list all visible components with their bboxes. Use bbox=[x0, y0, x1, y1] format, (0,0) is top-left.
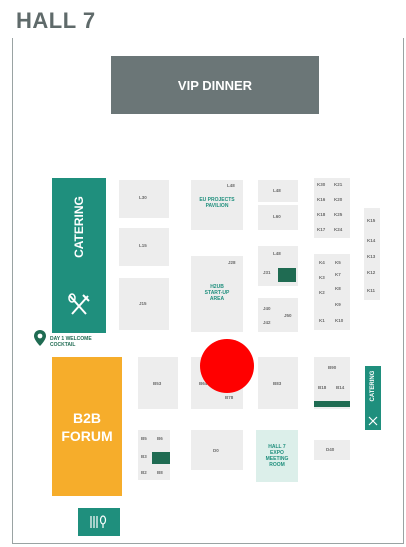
booth-label: D0 bbox=[213, 448, 219, 453]
b2b-forum-area[interactable]: B2B FORUM bbox=[52, 357, 122, 496]
catering-right-area[interactable]: CATERING bbox=[365, 366, 381, 430]
booth-b-small-grid[interactable]: B5 B6 B3 B2 B8 bbox=[138, 430, 170, 480]
booth-label: B90 bbox=[328, 365, 337, 370]
h2ub-label: H2UB START-UP AREA bbox=[191, 284, 243, 302]
sponsor-booth[interactable] bbox=[314, 401, 350, 407]
booth-label: K10 bbox=[335, 318, 344, 323]
booth-label: L48 bbox=[273, 251, 281, 256]
booth-label: K30 bbox=[317, 182, 326, 187]
sponsor-booth[interactable] bbox=[278, 268, 296, 282]
expo-meeting-room[interactable]: HALL 7 EXPO MEETING ROOM bbox=[256, 430, 298, 482]
booth-label: J50 bbox=[284, 313, 292, 318]
booth-label: B5 bbox=[141, 436, 147, 441]
cutlery-icon bbox=[68, 293, 90, 315]
booth-label: L48 bbox=[227, 183, 235, 188]
vip-dinner-label: VIP DINNER bbox=[177, 77, 253, 93]
booth-label: D40 bbox=[326, 447, 335, 452]
booth-label: L30 bbox=[139, 195, 147, 200]
booth-label: K24 bbox=[334, 227, 343, 232]
catering-right-label: CATERING bbox=[370, 370, 376, 402]
booth-l60[interactable]: L60 bbox=[258, 205, 298, 230]
booth-label: K13 bbox=[367, 254, 376, 259]
booth-k-top-grid[interactable]: K30 K21 K16 K20 K18 K25 K17 K24 bbox=[314, 178, 350, 238]
eu-projects-pavilion[interactable]: L48 EU PROJECTS PAVILION bbox=[191, 180, 243, 230]
booth-d40[interactable]: D40 bbox=[314, 440, 350, 460]
booth-label: J40 bbox=[263, 306, 271, 311]
welcome-cocktail-label: DAY 1 WELCOME COCKTAIL bbox=[50, 336, 92, 348]
booth-j28-group[interactable]: J31 L48 bbox=[258, 246, 298, 286]
booth-label: K18 bbox=[317, 212, 326, 217]
vip-dinner-area[interactable]: VIP DINNER bbox=[111, 56, 319, 114]
catering-left-label: CATERING bbox=[72, 196, 86, 258]
hall-title: HALL 7 bbox=[16, 8, 96, 33]
cutlery-icon bbox=[90, 515, 107, 528]
booth-label: B6 bbox=[157, 436, 163, 441]
booth-l15[interactable]: L15 bbox=[119, 228, 169, 266]
expo-line4: ROOM bbox=[269, 462, 285, 468]
booth-label: K20 bbox=[334, 197, 343, 202]
location-marker[interactable] bbox=[200, 339, 254, 393]
booth-label: K2 bbox=[319, 290, 325, 295]
b2b-forum-line1: B2B bbox=[72, 409, 101, 426]
booth-j15[interactable]: J15 bbox=[119, 278, 169, 330]
booth-label: B14 bbox=[336, 385, 345, 390]
booth-label: L15 bbox=[139, 243, 147, 248]
booth-label: B83 bbox=[273, 381, 282, 386]
booth-label: K5 bbox=[335, 260, 341, 265]
booth-k-bottom-grid[interactable]: K4 K5 K3 K7 K2 K8 K9 K1 K10 bbox=[314, 254, 350, 330]
booth-label: K16 bbox=[317, 197, 326, 202]
booth-label: B78 bbox=[225, 395, 234, 400]
h2ub-startup-area[interactable]: J28 H2UB START-UP AREA bbox=[191, 256, 243, 332]
booth-label: J28 bbox=[228, 260, 236, 265]
b2b-forum-line2: FORUM bbox=[61, 427, 113, 444]
booth-j40-group[interactable]: J40 J42 J50 bbox=[258, 298, 298, 332]
booth-d0[interactable]: D0 bbox=[191, 430, 243, 470]
booth-k-right-column[interactable]: K15 K14 K13 K12 K11 bbox=[364, 208, 380, 300]
booth-label: K25 bbox=[334, 212, 343, 217]
booth-label: L60 bbox=[273, 214, 281, 219]
booth-b83[interactable]: B83 bbox=[258, 357, 298, 409]
booth-label: J15 bbox=[139, 301, 147, 306]
booth-label: K21 bbox=[334, 182, 343, 187]
catering-left-area[interactable]: CATERING bbox=[52, 178, 106, 333]
booth-label: K8 bbox=[335, 286, 341, 291]
booth-label: K17 bbox=[317, 227, 326, 232]
booth-label: B3 bbox=[141, 454, 147, 459]
booth-label: K11 bbox=[367, 288, 376, 293]
booth-label: K7 bbox=[335, 272, 341, 277]
booth-label: J31 bbox=[263, 270, 271, 275]
welcome-cocktail-line2: COCKTAIL bbox=[50, 342, 76, 348]
booth-label: B8 bbox=[157, 470, 163, 475]
booth-label: K3 bbox=[319, 275, 325, 280]
booth-label: L48 bbox=[273, 188, 281, 193]
location-pin-icon bbox=[34, 330, 46, 346]
booth-label: B2 bbox=[141, 470, 147, 475]
h2ub-line3: AREA bbox=[209, 296, 225, 302]
booth-label: K12 bbox=[367, 270, 376, 275]
booth-label: K4 bbox=[319, 260, 325, 265]
booth-l30[interactable]: L30 bbox=[119, 180, 169, 218]
eu-projects-line2: PAVILION bbox=[205, 203, 229, 209]
booth-label: K9 bbox=[335, 302, 341, 307]
booth-label: B18 bbox=[318, 385, 327, 390]
booth-label: B53 bbox=[153, 381, 162, 386]
booth-label: K15 bbox=[367, 218, 376, 223]
booth-b90-group[interactable]: B90 B18 B14 bbox=[314, 357, 350, 409]
booth-b53[interactable]: B53 bbox=[138, 357, 178, 409]
booth-label: K14 bbox=[367, 238, 376, 243]
eu-projects-label: EU PROJECTS PAVILION bbox=[191, 197, 243, 209]
booth-label: K1 bbox=[319, 318, 325, 323]
sponsor-booth[interactable] bbox=[152, 452, 170, 464]
expo-meeting-label: HALL 7 EXPO MEETING ROOM bbox=[266, 444, 289, 468]
cutlery-icon bbox=[368, 416, 378, 426]
booth-label: J42 bbox=[263, 320, 271, 325]
bottom-info-area[interactable] bbox=[78, 508, 120, 536]
booth-l48[interactable]: L48 bbox=[258, 180, 298, 202]
